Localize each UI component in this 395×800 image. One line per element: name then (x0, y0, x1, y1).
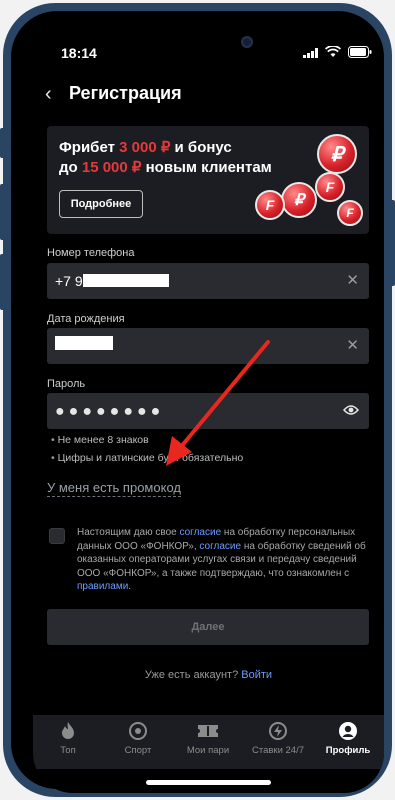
clear-birthdate-icon[interactable]: ✕ (346, 336, 359, 354)
phone-label: Номер телефона (47, 247, 135, 259)
phone-input[interactable]: +7 9 ✕ (47, 263, 369, 299)
tab-top[interactable]: Топ (33, 721, 103, 756)
back-button[interactable]: ‹ (45, 83, 52, 106)
phone-body: 18:14 ‹ Регистрация Фрибет 3 000 ₽ и бон… (3, 3, 392, 797)
banner-headline: Фрибет 3 000 ₽ и бонус до 15 000 ₽ новым… (59, 139, 272, 176)
consent-text: Настоящим даю свое согласие на обработку… (77, 527, 366, 592)
phone-value: +7 9 (55, 273, 83, 289)
promo-banner[interactable]: Фрибет 3 000 ₽ и бонус до 15 000 ₽ новым… (47, 126, 369, 234)
coin-icon: F (337, 200, 363, 226)
coin-icon: F (315, 172, 345, 202)
screen: 18:14 ‹ Регистрация Фрибет 3 000 ₽ и бон… (33, 29, 384, 793)
tab-sport[interactable]: Спорт (103, 721, 173, 756)
password-input[interactable]: ●●●●●●●● (47, 393, 369, 429)
coin-icon: ₽ (281, 182, 317, 218)
consent-block: Настоящим даю свое согласие на обработку… (47, 526, 369, 592)
login-link[interactable]: Войти (241, 669, 272, 681)
redaction-mask (55, 336, 113, 350)
status-bar: 18:14 (33, 29, 384, 75)
tab-my-bets[interactable]: Мои пари (173, 721, 243, 756)
front-camera (241, 36, 253, 48)
rules-link[interactable]: правилами (77, 581, 128, 592)
hint-item: Цифры и латинские бу… обязательно (51, 449, 244, 467)
signal-icon (303, 48, 318, 58)
consent-link[interactable]: согласие (199, 541, 241, 552)
bolt-icon (269, 722, 287, 740)
tab-bar: Топ Спорт Мои пари Ставки 24/7 Профиль (33, 715, 384, 769)
redaction-mask (83, 274, 169, 287)
battery-icon (348, 46, 372, 58)
have-account: Уже есть аккаунт? Войти (144, 669, 273, 681)
tab-profile[interactable]: Профиль (313, 721, 383, 756)
consent-checkbox[interactable] (49, 528, 65, 544)
promo-code-link[interactable]: У меня есть промокод (47, 480, 181, 497)
next-button[interactable]: Далее (47, 609, 369, 645)
hint-item: Не менее 8 знаков (51, 431, 243, 449)
nav-bar: ‹ Регистрация (33, 77, 384, 113)
status-time: 18:14 (61, 45, 97, 61)
coin-icon: F (255, 190, 285, 220)
password-label: Пароль (47, 378, 86, 390)
ticket-icon (198, 725, 218, 737)
show-password-icon[interactable] (343, 404, 359, 416)
flame-icon (62, 722, 74, 739)
birthdate-label: Дата рождения (47, 313, 125, 325)
phone-bezel: 18:14 ‹ Регистрация Фрибет 3 000 ₽ и бон… (11, 11, 384, 793)
home-indicator (146, 780, 271, 785)
banner-more-button[interactable]: Подробнее (59, 190, 143, 218)
coin-icon: ₽ (317, 134, 357, 174)
ball-icon (129, 722, 147, 740)
device-frame: 18:14 ‹ Регистрация Фрибет 3 000 ₽ и бон… (0, 0, 395, 800)
password-hints: Не менее 8 знаков Цифры и латинские бу… … (51, 431, 244, 467)
wifi-icon (325, 46, 341, 57)
birthdate-input[interactable]: ✕ (47, 328, 369, 364)
consent-link[interactable]: согласие (179, 527, 221, 538)
clear-phone-icon[interactable]: ✕ (346, 271, 359, 289)
user-icon (339, 722, 357, 740)
password-value: ●●●●●●●● (55, 403, 165, 420)
page-title: Регистрация (69, 83, 182, 103)
tab-bets-24-7[interactable]: Ставки 24/7 (243, 721, 313, 756)
